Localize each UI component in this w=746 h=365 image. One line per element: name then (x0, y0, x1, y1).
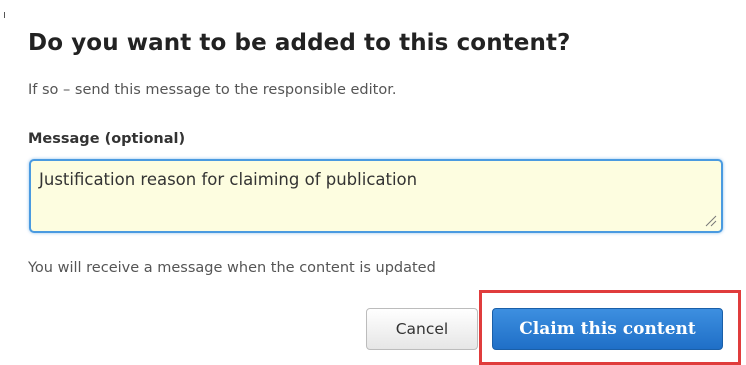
dialog-subtitle: If so – send this message to the respons… (28, 82, 397, 98)
message-label: Message (optional) (28, 131, 186, 147)
resize-handle-icon[interactable] (704, 214, 717, 227)
claim-content-button[interactable]: Claim this content (492, 308, 723, 350)
claim-content-dialog: Do you want to be added to this content?… (0, 0, 746, 365)
corner-mark (4, 12, 5, 18)
message-input[interactable] (29, 159, 723, 233)
update-info-text: You will receive a message when the cont… (28, 260, 436, 276)
cancel-button[interactable]: Cancel (366, 308, 478, 350)
dialog-title: Do you want to be added to this content? (28, 30, 571, 56)
